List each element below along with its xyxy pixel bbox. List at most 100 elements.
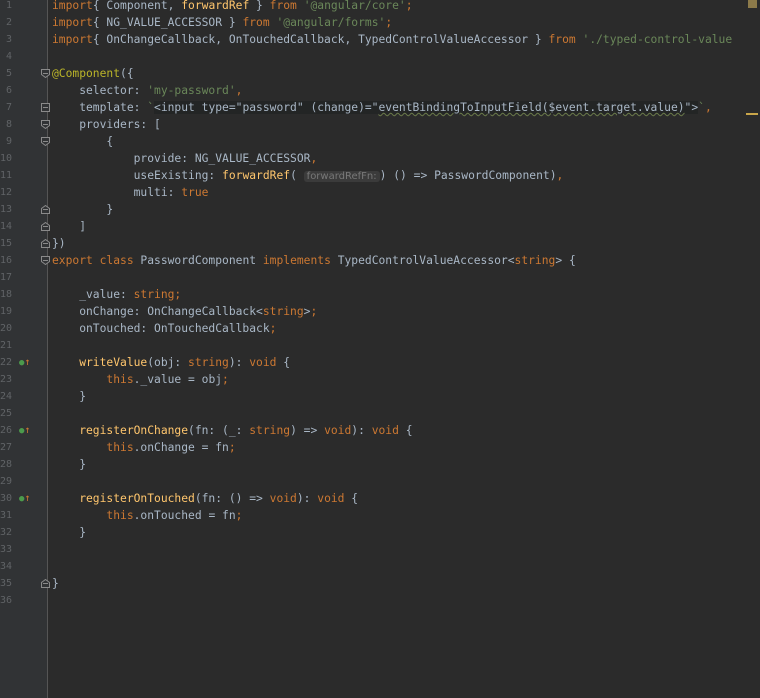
line-number: 10 <box>0 153 13 164</box>
code-token: ; <box>310 305 318 318</box>
code-line[interactable]: useExisting: forwardRef( forwardRefFn:) … <box>52 167 563 184</box>
line-number: 2 <box>5 17 12 28</box>
override-implements-icon[interactable]: ●↑ <box>19 490 33 507</box>
fold-marker-icon[interactable] <box>41 205 50 214</box>
code-token: void <box>324 424 352 437</box>
gutter-line: 18 <box>0 286 47 303</box>
code-line[interactable]: writeValue(obj: string): void { <box>52 354 290 371</box>
fold-marker-icon[interactable] <box>41 137 50 146</box>
code-token: import <box>52 33 93 46</box>
code-line[interactable]: }) <box>52 235 66 252</box>
code-token: .onTouched = fn <box>133 509 236 522</box>
code-token: ` <box>147 101 155 114</box>
code-line[interactable]: export class PasswordComponent implement… <box>52 252 576 269</box>
code-line[interactable]: this.onTouched = fn; <box>52 507 242 524</box>
code-line[interactable]: ] <box>52 218 86 235</box>
code-token: ): <box>296 492 318 505</box>
code-line[interactable]: this.onChange = fn; <box>52 439 235 456</box>
line-number: 30 <box>0 493 13 504</box>
line-number: 36 <box>0 595 13 606</box>
code-token: @Component <box>52 67 121 80</box>
code-token: ; <box>385 16 393 29</box>
gutter-line: 26 ●↑ <box>0 422 47 439</box>
fold-marker-icon[interactable] <box>41 222 50 231</box>
code-token: } <box>52 203 114 216</box>
code-token: PasswordComponent <box>140 254 263 267</box>
file-status-marker[interactable] <box>748 0 757 8</box>
override-implements-icon[interactable]: ●↑ <box>19 422 33 439</box>
gutter-line: 2 <box>0 14 47 31</box>
code-area[interactable]: import{ Component, forwardRef } from '@a… <box>52 0 760 698</box>
gutter-line: 14 <box>0 218 50 235</box>
line-number: 32 <box>0 527 13 538</box>
code-token: ) => <box>290 424 325 437</box>
code-line[interactable]: import{ NG_VALUE_ACCESSOR } from '@angul… <box>52 14 392 31</box>
code-line[interactable]: @Component({ <box>52 65 134 82</box>
code-token: 'my-password' <box>147 84 236 97</box>
code-line[interactable]: selector: 'my-password', <box>52 82 242 99</box>
code-token: } <box>52 526 87 539</box>
line-number: 20 <box>0 323 13 334</box>
code-line[interactable]: } <box>52 388 86 405</box>
line-number: 7 <box>5 102 12 113</box>
code-token: ( <box>290 169 304 182</box>
gutter-line: 8 <box>0 116 50 133</box>
gutter-line: 34 <box>0 558 47 575</box>
fold-marker-icon[interactable] <box>41 579 50 588</box>
code-token: TypedControlValueAccessor< <box>337 254 515 267</box>
gutter-line: 3 <box>0 31 47 48</box>
code-token: { NG_VALUE_ACCESSOR } <box>92 16 243 29</box>
line-number: 4 <box>5 51 12 62</box>
gutter-line: 33 <box>0 541 47 558</box>
code-line[interactable]: import{ OnChangeCallback, OnTouchedCallb… <box>52 31 732 48</box>
code-token: ): <box>228 356 250 369</box>
code-token: string <box>188 356 229 369</box>
code-line[interactable]: onTouched: OnTouchedCallback; <box>52 320 276 337</box>
gutter-line: 36 <box>0 592 47 609</box>
warning-stripe-marker[interactable] <box>746 113 758 115</box>
line-number: 35 <box>0 578 13 589</box>
code-line[interactable]: providers: [ <box>52 116 161 133</box>
gutter-line: 7 <box>0 99 50 116</box>
code-line[interactable]: multi: true <box>52 184 209 201</box>
code-line[interactable]: template: `<input type="password" (chang… <box>52 99 712 116</box>
code-line[interactable]: registerOnTouched(fn: () => void): void … <box>52 490 358 507</box>
code-token: ({ <box>120 67 134 80</box>
code-line[interactable]: this._value = obj; <box>52 371 228 388</box>
code-editor[interactable]: 1 2 3 4 5 6 7 8 9 10 11 12 13 14 15 16 17 18 19 20 21 22 ●↑ 23 2… <box>0 0 760 698</box>
code-line[interactable]: onChange: OnChangeCallback<string>; <box>52 303 317 320</box>
code-line[interactable]: } <box>52 456 86 473</box>
fold-marker-icon[interactable] <box>41 69 50 78</box>
fold-marker-icon[interactable] <box>41 239 50 248</box>
line-number: 16 <box>0 255 13 266</box>
code-token: './typed-control-value <box>582 33 733 46</box>
gutter-line: 19 <box>0 303 47 320</box>
fold-marker-icon[interactable] <box>41 103 50 112</box>
code-token: writeValue <box>52 356 148 369</box>
gutter-line: 29 <box>0 473 47 490</box>
fold-marker-icon[interactable] <box>41 256 50 265</box>
gutter-line: 21 <box>0 337 47 354</box>
code-line[interactable]: provide: NG_VALUE_ACCESSOR, <box>52 150 318 167</box>
code-line[interactable]: } <box>52 524 86 541</box>
line-number: 3 <box>5 34 12 45</box>
code-token: { OnChangeCallback, OnTouchedCallback, T… <box>92 33 549 46</box>
line-number: 15 <box>0 238 13 249</box>
gutter-line: 10 <box>0 150 47 167</box>
code-line[interactable]: import{ Component, forwardRef } from '@a… <box>52 0 413 14</box>
code-line[interactable]: } <box>52 575 59 592</box>
editor-gutter: 1 2 3 4 5 6 7 8 9 10 11 12 13 14 15 16 17 18 19 20 21 22 ●↑ 23 2… <box>0 0 50 698</box>
gutter-line: 5 <box>0 65 50 82</box>
gutter-line: 16 <box>0 252 50 269</box>
code-line[interactable]: registerOnChange(fn: (_: string) => void… <box>52 422 412 439</box>
line-number: 6 <box>5 85 12 96</box>
fold-marker-icon[interactable] <box>41 120 50 129</box>
code-line[interactable]: _value: string; <box>52 286 181 303</box>
code-token: string <box>262 305 304 318</box>
override-implements-icon[interactable]: ●↑ <box>19 354 33 371</box>
code-token: multi: <box>52 186 182 199</box>
gutter-line: 9 <box>0 133 50 150</box>
code-line[interactable]: { <box>52 133 113 150</box>
code-line[interactable]: } <box>52 201 113 218</box>
